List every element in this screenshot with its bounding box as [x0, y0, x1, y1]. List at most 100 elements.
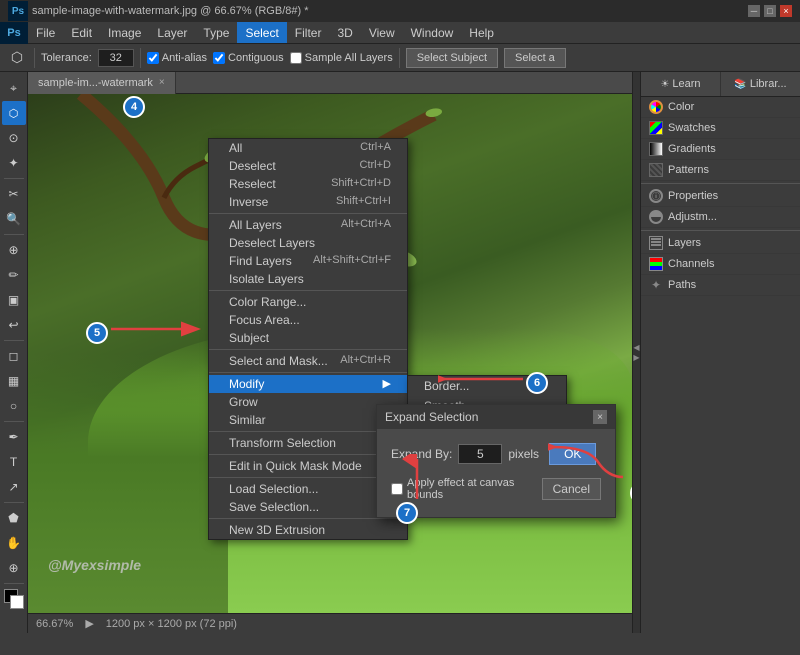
menu-layer[interactable]: Layer: [149, 22, 195, 43]
panel-channels[interactable]: Channels: [641, 254, 800, 275]
dialog-close-btn[interactable]: ×: [593, 410, 607, 424]
menu-deselect[interactable]: DeselectCtrl+D: [209, 157, 407, 175]
tool-path-select[interactable]: ↗: [2, 475, 26, 499]
sample-all-checkbox[interactable]: [290, 52, 302, 64]
channels-icon: [649, 257, 663, 271]
tool-stamp[interactable]: ▣: [2, 288, 26, 312]
menu-color-range[interactable]: Color Range...: [209, 293, 407, 311]
menu-all-layers[interactable]: All LayersAlt+Ctrl+A: [209, 216, 407, 234]
panel-gradients[interactable]: Gradients: [641, 139, 800, 160]
panel-patterns[interactable]: Patterns: [641, 160, 800, 181]
sample-all-checkbox-label[interactable]: Sample All Layers: [290, 52, 393, 64]
layers-icon: [649, 236, 663, 250]
tool-sep2: [4, 234, 24, 235]
tool-shape[interactable]: ⬟: [2, 506, 26, 530]
tool-gradient[interactable]: ▦: [2, 369, 26, 393]
tab-close-icon[interactable]: ×: [159, 77, 165, 88]
menu-find-layers[interactable]: Find LayersAlt+Shift+Ctrl+F: [209, 252, 407, 270]
tool-brush[interactable]: ✏: [2, 263, 26, 287]
menu-edit[interactable]: Edit: [63, 22, 100, 43]
menu-sep1: [209, 213, 407, 214]
expand-unit: pixels: [508, 447, 539, 461]
canvas-area: @Myexsimple 5 AllCtrl+A DeselectCtrl+D R…: [28, 94, 632, 613]
menu-view[interactable]: View: [361, 22, 403, 43]
ps-logo: Ps: [8, 1, 28, 21]
menu-filter[interactable]: Filter: [287, 22, 330, 43]
dialog-cancel-btn[interactable]: Cancel: [542, 478, 601, 500]
menu-modify[interactable]: Modify▶ Border... Smooth... Expand... Co…: [209, 375, 407, 393]
menu-all[interactable]: AllCtrl+A: [209, 139, 407, 157]
tool-pen[interactable]: ✒: [2, 425, 26, 449]
library-tab[interactable]: 📚 Librar...: [721, 72, 800, 96]
tool-lasso[interactable]: ⊙: [2, 126, 26, 150]
expand-input[interactable]: [458, 444, 502, 464]
menu-file[interactable]: File: [28, 22, 63, 43]
contiguous-checkbox[interactable]: [213, 52, 225, 64]
menu-help[interactable]: Help: [461, 22, 502, 43]
tool-hand[interactable]: ✋: [2, 531, 26, 555]
tool-blur[interactable]: ○: [2, 394, 26, 418]
panel-sep1: [641, 183, 800, 184]
dialog-expand-row: Expand By: pixels OK: [391, 443, 601, 465]
menu-subject[interactable]: Subject: [209, 329, 407, 347]
titlebar-title: sample-image-with-watermark.jpg @ 66.67%…: [32, 5, 308, 17]
menu-3d[interactable]: 3D: [329, 22, 360, 43]
panel-collapse-handle[interactable]: ◀ ▶: [632, 72, 640, 633]
color-wheel-icon: [649, 100, 663, 114]
select-subject-btn[interactable]: Select Subject: [406, 48, 498, 68]
tool-magic-wand[interactable]: ✦: [2, 151, 26, 175]
panel-adjustments[interactable]: Adjustm...: [641, 207, 800, 228]
canvas-tab[interactable]: sample-im...-watermark ×: [28, 72, 176, 94]
panel-swatches[interactable]: Swatches: [641, 118, 800, 139]
tool-history[interactable]: ↩: [2, 313, 26, 337]
menubar: Ps File Edit Image Layer Type Select Fil…: [0, 22, 800, 44]
watermark: @Myexsimple: [48, 557, 141, 573]
apply-effects-label[interactable]: Apply effect at canvas bounds: [391, 477, 536, 501]
menu-isolate-layers[interactable]: Isolate Layers: [209, 270, 407, 288]
menu-window[interactable]: Window: [403, 22, 462, 43]
menu-type[interactable]: Type: [195, 22, 237, 43]
dialog-ok-btn[interactable]: OK: [549, 443, 596, 465]
sep1: [34, 48, 35, 68]
menu-sep3: [209, 349, 407, 350]
menu-focus-area[interactable]: Focus Area...: [209, 311, 407, 329]
tool-type[interactable]: T: [2, 450, 26, 474]
menu-inverse[interactable]: InverseShift+Ctrl+I: [209, 193, 407, 211]
canvas-tab-bar: sample-im...-watermark ×: [28, 72, 632, 94]
close-btn[interactable]: ×: [780, 5, 792, 17]
panel-layers[interactable]: Layers: [641, 233, 800, 254]
tool-crop[interactable]: ✂: [2, 182, 26, 206]
sep2: [140, 48, 141, 68]
expand-label: Expand By:: [391, 447, 452, 461]
menu-deselect-layers[interactable]: Deselect Layers: [209, 234, 407, 252]
maximize-btn[interactable]: □: [764, 5, 776, 17]
panel-color[interactable]: Color: [641, 97, 800, 118]
apply-effects-checkbox[interactable]: [391, 483, 403, 495]
step6-badge: 6: [526, 372, 548, 394]
panel-paths[interactable]: ✦ Paths: [641, 275, 800, 296]
zoom-level: 66.67%: [36, 618, 73, 630]
dialog-checkbox-row: Apply effect at canvas bounds Cancel: [391, 477, 601, 501]
menu-reselect[interactable]: ReselectShift+Ctrl+D: [209, 175, 407, 193]
tool-zoom[interactable]: ⊕: [2, 556, 26, 580]
tool-move[interactable]: ⌖: [2, 76, 26, 100]
tool-select[interactable]: ⬡: [2, 101, 26, 125]
minimize-btn[interactable]: ─: [748, 5, 760, 17]
tool-eraser[interactable]: ◻: [2, 344, 26, 368]
panel-properties[interactable]: ⓘ Properties: [641, 186, 800, 207]
tool-eyedropper[interactable]: 🔍: [2, 207, 26, 231]
tolerance-input[interactable]: [98, 49, 134, 67]
antialias-checkbox[interactable]: [147, 52, 159, 64]
select-btn[interactable]: Select a: [504, 48, 566, 68]
right-panel: ☀ Learn 📚 Librar... Color Swatches Gradi…: [640, 72, 800, 633]
contiguous-checkbox-label[interactable]: Contiguous: [213, 52, 284, 64]
menu-select-mask[interactable]: Select and Mask...Alt+Ctrl+R: [209, 352, 407, 370]
antialias-checkbox-label[interactable]: Anti-alias: [147, 52, 207, 64]
menu-select[interactable]: Select: [237, 22, 286, 43]
background-color[interactable]: [10, 595, 24, 609]
learn-tab[interactable]: ☀ Learn: [641, 72, 721, 96]
tool-spot-heal[interactable]: ⊕: [2, 238, 26, 262]
menu-new-3d[interactable]: New 3D Extrusion: [209, 521, 407, 539]
menu-image[interactable]: Image: [100, 22, 149, 43]
tool-sep4: [4, 421, 24, 422]
